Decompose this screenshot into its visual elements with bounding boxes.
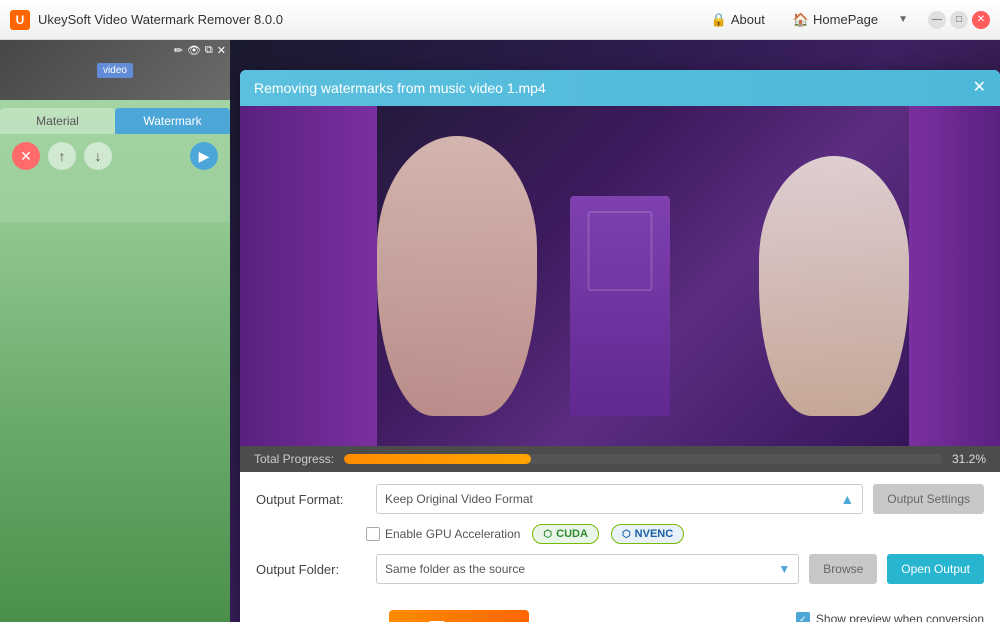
title-bar-right: 🔒 About 🏠 HomePage ▼ — □ ✕ [703,8,990,32]
dialog-figure-right [759,156,909,416]
tab-watermark[interactable]: Watermark [115,108,230,134]
sidebar-background [0,222,230,622]
lock-icon: 🔒 [711,12,727,28]
nvenc-logo: ⬡ [622,529,631,540]
about-button[interactable]: 🔒 About [703,8,773,32]
sidebar-actions: ✕ ↑ ↓ ▶ [0,134,230,178]
about-label: About [731,12,765,27]
output-settings-button[interactable]: Output Settings [873,484,984,514]
dialog-door [570,196,670,416]
folder-dropdown-icon: ▼ [778,562,790,576]
nvenc-label: NVENC [635,528,674,540]
maximize-button[interactable]: □ [950,11,968,29]
homepage-button[interactable]: 🏠 HomePage [785,8,886,32]
gpu-label: Enable GPU Acceleration [385,527,520,541]
show-preview-checkbox[interactable]: ✓ Show preview when conversion [796,612,984,622]
output-folder-value: Same folder as the source [385,562,525,576]
progress-percentage: 31.2% [952,452,986,466]
output-folder-select[interactable]: Same folder as the source ▼ [376,554,799,584]
dialog: Removing watermarks from music video 1.m… [240,70,1000,622]
move-down-button[interactable]: ↓ [84,142,112,170]
dialog-video-preview [240,106,1000,446]
edit-icon[interactable]: ✏ [174,44,183,57]
progress-area: Total Progress: 31.2% [240,446,1000,472]
output-format-value: Keep Original Video Format [385,492,533,506]
output-format-select[interactable]: Keep Original Video Format ▲ [376,484,863,514]
browse-button[interactable]: Browse [809,554,877,584]
dialog-door-panel [588,211,653,291]
dropdown-arrow-icon[interactable]: ▼ [898,14,908,25]
right-area: 03:40.659 📷 🔊 Removing watermarks from m… [230,40,1000,622]
thumbnail-label: video [97,63,133,78]
homepage-label: HomePage [813,12,878,27]
gpu-row: Enable GPU Acceleration ⬡ CUDA ⬡ NVENC [366,524,984,544]
eye-icon[interactable]: 👁 [187,44,201,57]
wall-right [909,106,1000,446]
cuda-logo: ⬡ [543,529,552,540]
thumb-close-icon[interactable]: ✕ [217,44,226,57]
thumbnail-icons: ✏ 👁 ⧉ ✕ [174,44,226,57]
play-button[interactable]: ▶ [190,142,218,170]
sidebar-thumbnail: ✏ 👁 ⧉ ✕ video [0,40,230,100]
close-button[interactable]: ✕ [972,11,990,29]
main-content: ✏ 👁 ⧉ ✕ video Material Watermark ✕ ↑ ↓ ▶ [0,40,1000,622]
settings-area: Output Format: Keep Original Video Forma… [240,472,1000,602]
gpu-acceleration-checkbox[interactable]: Enable GPU Acceleration [366,527,520,541]
cuda-label: CUDA [556,528,588,540]
output-format-row: Output Format: Keep Original Video Forma… [256,484,984,514]
gpu-checkbox-box [366,527,380,541]
home-icon: 🏠 [793,12,809,28]
dialog-header: Removing watermarks from music video 1.m… [240,70,1000,106]
show-preview-check-box: ✓ [796,612,810,622]
progress-bar-background [344,454,942,464]
sidebar-tabs: Material Watermark [0,108,230,134]
title-bar-left: U UkeySoft Video Watermark Remover 8.0.0 [10,10,703,30]
cuda-badge: ⬡ CUDA [532,524,599,544]
sidebar: ✏ 👁 ⧉ ✕ video Material Watermark ✕ ↑ ↓ ▶ [0,40,230,622]
output-folder-row: Output Folder: Same folder as the source… [256,554,984,584]
wall-left [240,106,377,446]
app-title: UkeySoft Video Watermark Remover 8.0.0 [38,12,283,27]
dialog-title: Removing watermarks from music video 1.m… [254,80,546,96]
delete-button[interactable]: ✕ [12,142,40,170]
output-format-label: Output Format: [256,492,366,507]
stop-button[interactable]: Stop [389,610,529,622]
copy-icon[interactable]: ⧉ [205,44,213,57]
dialog-close-button[interactable]: ✕ [973,80,986,96]
tab-material[interactable]: Material [0,108,115,134]
window-controls: — □ ✕ [928,11,990,29]
output-folder-label: Output Folder: [256,562,366,577]
dialog-figure-left [377,136,537,416]
format-dropdown-icon: ▲ [840,491,854,507]
move-up-button[interactable]: ↑ [48,142,76,170]
open-output-button[interactable]: Open Output [887,554,984,584]
right-checkboxes: ✓ Show preview when conversion Shutdown … [796,612,984,622]
progress-label: Total Progress: [254,452,334,466]
stop-row: Stop ✓ Show preview when conversion Shut… [240,602,1000,622]
show-preview-label: Show preview when conversion [816,612,984,622]
nvenc-badge: ⬡ NVENC [611,524,684,544]
sidebar-content: ✏ 👁 ⧉ ✕ video Material Watermark ✕ ↑ ↓ ▶ [0,40,230,178]
progress-bar-fill [344,454,531,464]
title-bar: U UkeySoft Video Watermark Remover 8.0.0… [0,0,1000,40]
app-icon: U [10,10,30,30]
minimize-button[interactable]: — [928,11,946,29]
